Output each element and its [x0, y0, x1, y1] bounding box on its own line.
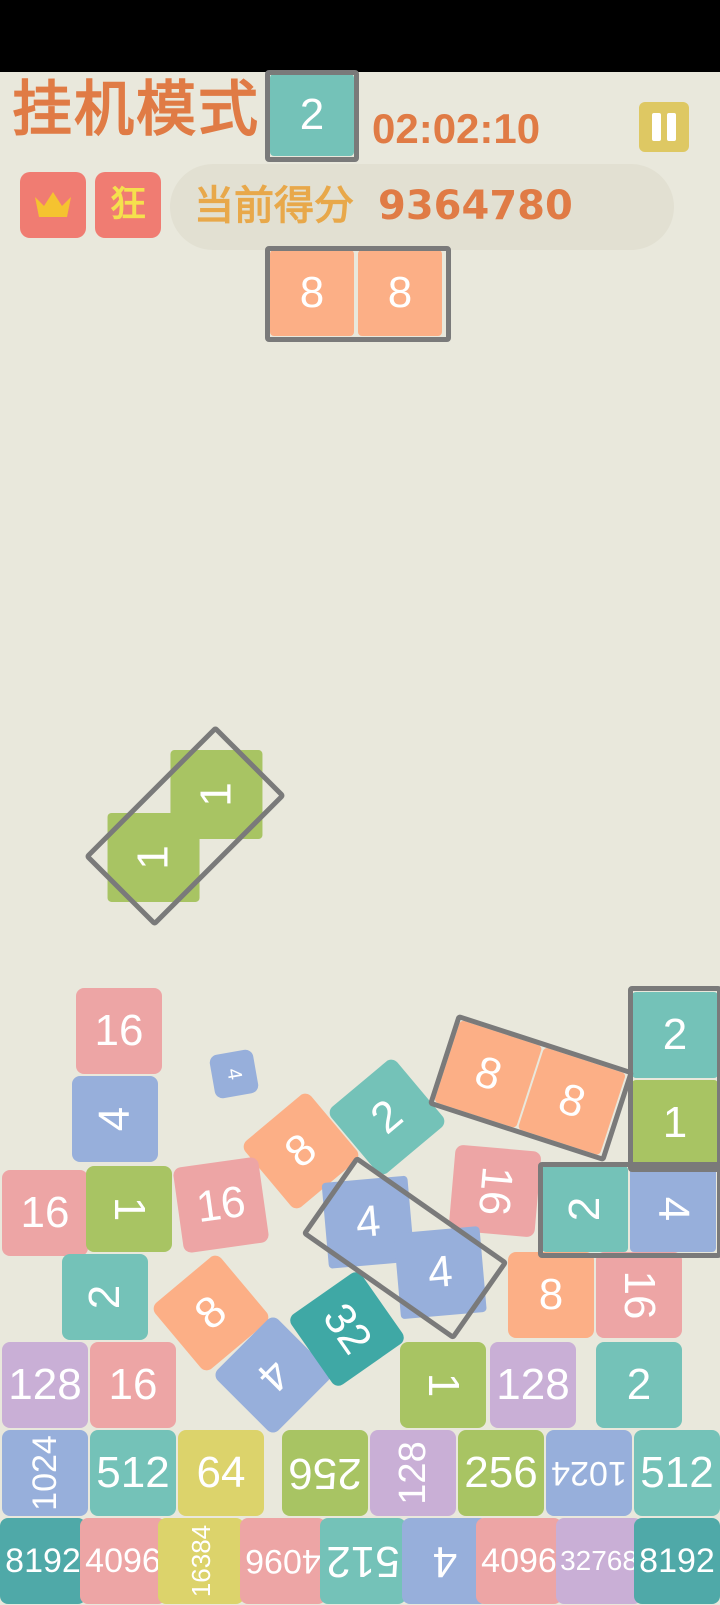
tile-512: 512: [320, 1518, 406, 1604]
tile-4096: 4096: [240, 1518, 326, 1604]
tile-512: 512: [634, 1430, 720, 1516]
score-label: 当前得分: [194, 183, 354, 229]
pause-icon: [652, 113, 661, 141]
tile-16: 16: [448, 1144, 542, 1238]
tilted-piece: 1 1: [83, 724, 287, 928]
tile-1: 1: [86, 1166, 172, 1252]
tile-2: 2: [596, 1342, 682, 1428]
pause-button[interactable]: [639, 102, 689, 152]
tile-1024: 1024: [546, 1430, 632, 1516]
falling-piece-frame-bottom: [265, 246, 451, 342]
score-value: 9364780: [378, 183, 573, 229]
score-bar: 当前得分 9364780: [170, 164, 674, 250]
tile-16: 16: [596, 1252, 682, 1338]
tile-1: 1: [400, 1342, 486, 1428]
pair-frame: [628, 986, 720, 1172]
status-bar: [0, 0, 720, 72]
frenzy-badge[interactable]: 狂: [95, 172, 161, 238]
crown-icon: [35, 192, 71, 217]
tile-2: 2: [62, 1254, 148, 1340]
tile-128: 128: [490, 1342, 576, 1428]
tile-16: 16: [90, 1342, 176, 1428]
timer: 02:02:10: [372, 105, 541, 152]
tile-8192: 8192: [634, 1518, 720, 1604]
pair-8-8: 8 8: [427, 1013, 635, 1163]
tile-16: 16: [2, 1170, 88, 1256]
tile-256: 256: [282, 1430, 368, 1516]
tile-4: 4: [208, 1048, 260, 1100]
tile-4096: 4096: [80, 1518, 166, 1604]
tile-16: 16: [76, 988, 162, 1074]
page-title: 挂机模式: [12, 75, 260, 145]
tile-128: 128: [2, 1342, 88, 1428]
pair-frame: [427, 1013, 635, 1163]
pair-frame: [538, 1162, 720, 1258]
tile-8192: 8192: [0, 1518, 86, 1604]
tile-1024: 1024: [2, 1430, 88, 1516]
tile-32768: 32768: [556, 1518, 642, 1604]
tile-256: 256: [458, 1430, 544, 1516]
crown-badge[interactable]: [20, 172, 86, 238]
tile-4: 4: [72, 1076, 158, 1162]
falling-piece-frame-top: [265, 70, 359, 162]
tile-16: 16: [172, 1156, 270, 1254]
tile-128: 128: [370, 1430, 456, 1516]
tile-4096: 4096: [476, 1518, 562, 1604]
tile-64: 64: [178, 1430, 264, 1516]
tile-512: 512: [90, 1430, 176, 1516]
tile-16384: 16384: [158, 1518, 244, 1604]
tile-8: 8: [508, 1252, 594, 1338]
